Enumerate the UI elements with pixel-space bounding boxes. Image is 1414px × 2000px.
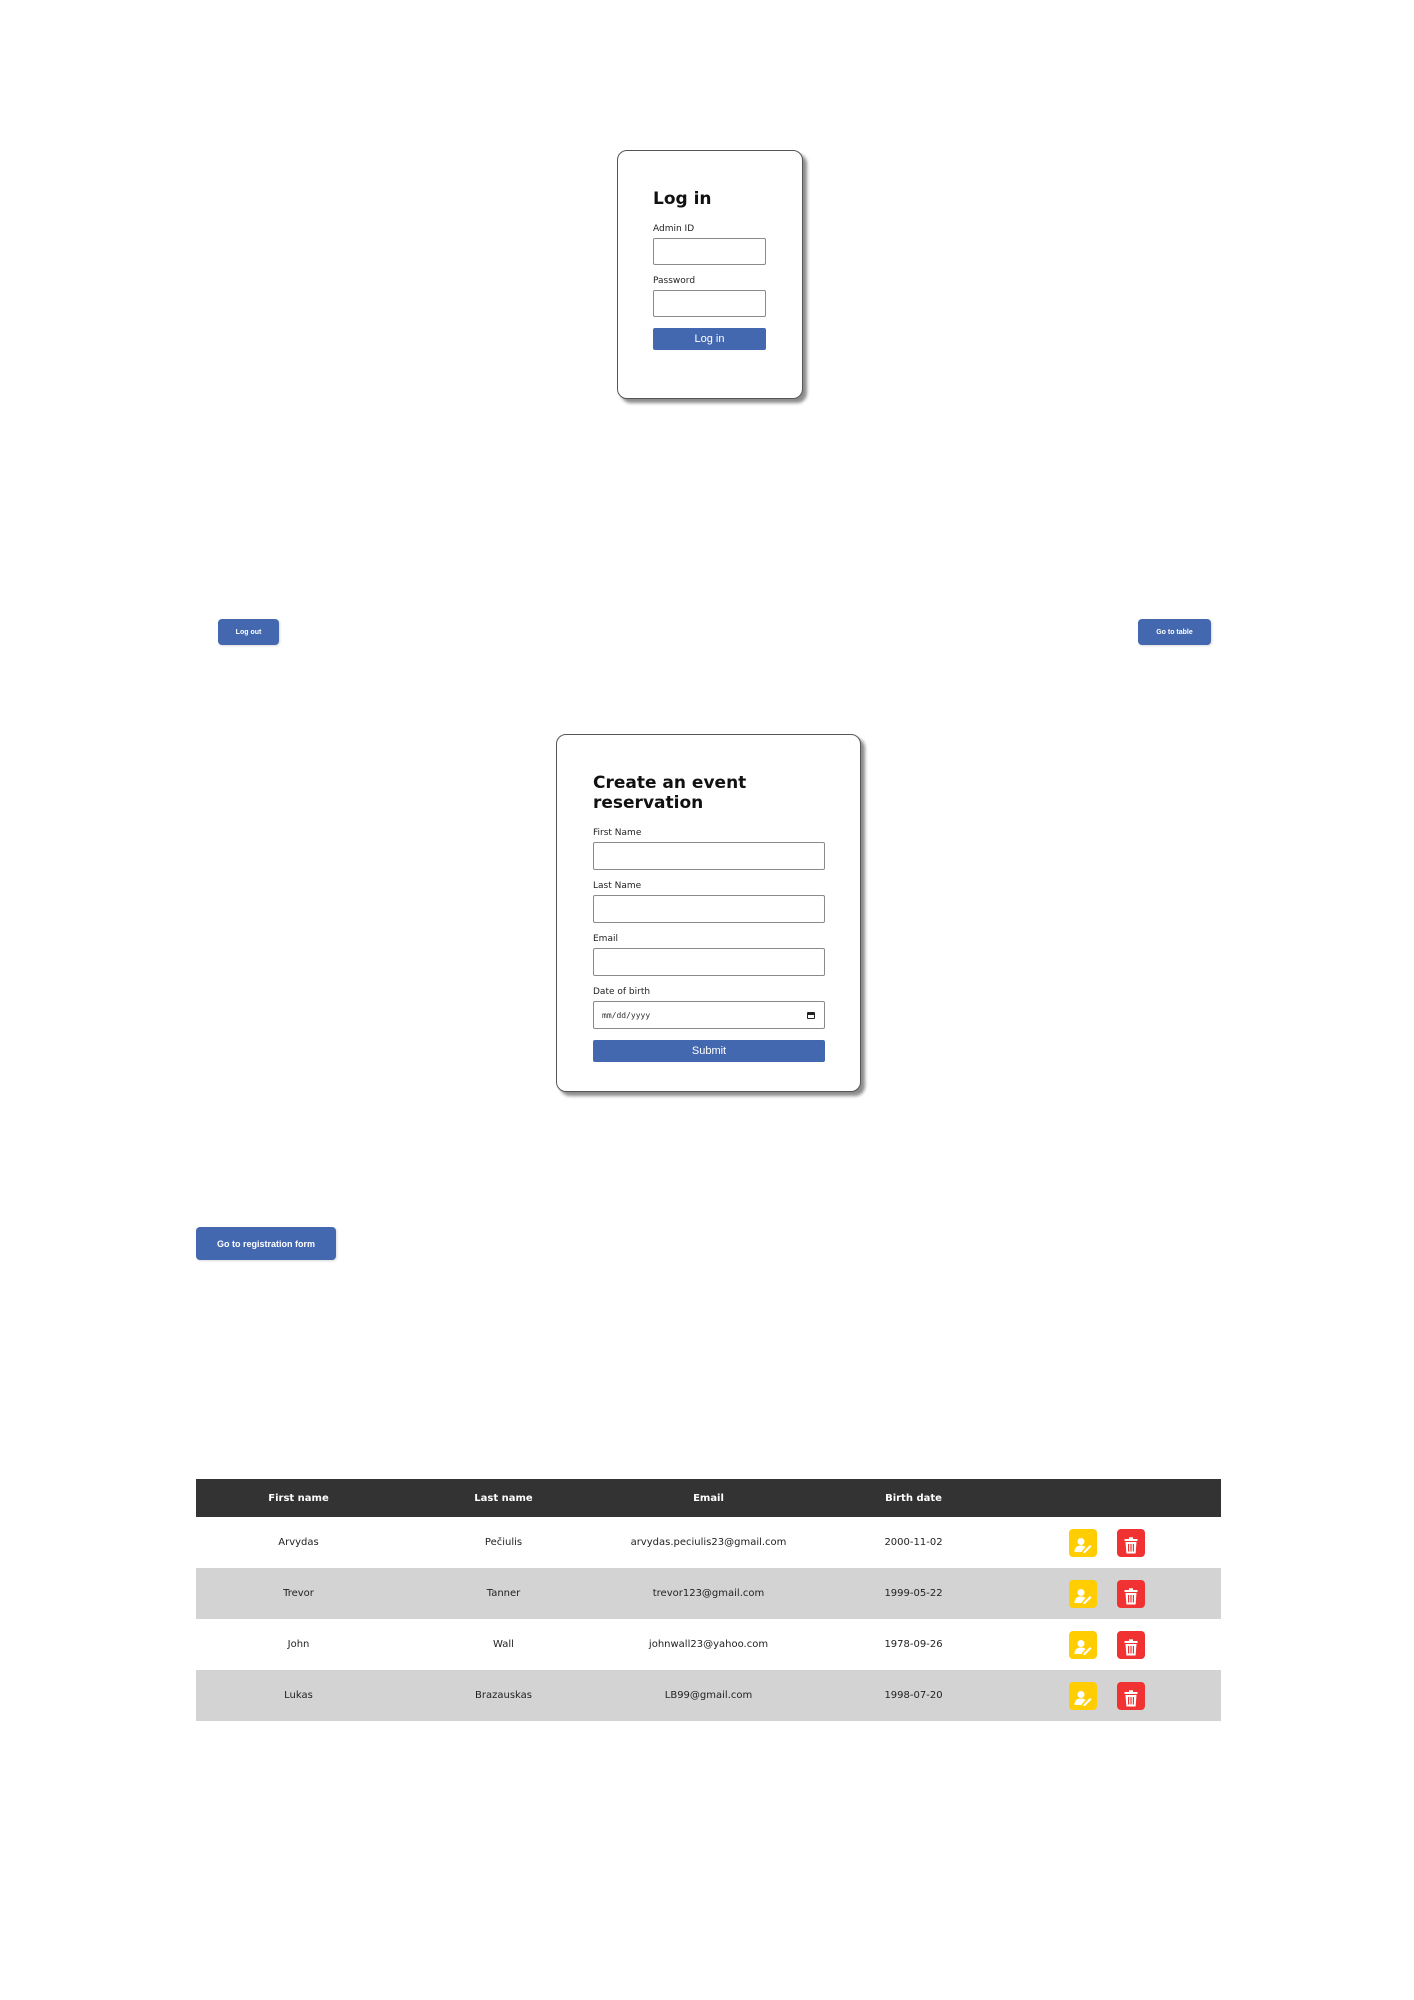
date-of-birth-input[interactable]: mm/dd/yyyy <box>593 1001 825 1029</box>
cell-email: trevor123@gmail.com <box>606 1568 811 1619</box>
table-row: Lukas Brazauskas LB99@gmail.com 1998-07-20 <box>196 1670 1221 1721</box>
cell-first-name: Lukas <box>196 1670 401 1721</box>
reservation-form-card: Create an event reservation First Name L… <box>556 734 861 1092</box>
cell-actions <box>1016 1670 1221 1721</box>
cell-birth-date: 2000-11-02 <box>884 1537 943 1548</box>
cell-email: arvydas.peciulis23@gmail.com <box>630 1537 787 1548</box>
cell-birth-date: 1978-09-26 <box>884 1639 943 1650</box>
admin-id-input[interactable] <box>653 238 766 265</box>
cell-last-name: Pečiulis <box>484 1537 523 1548</box>
first-name-label: First Name <box>593 828 642 838</box>
calendar-icon[interactable] <box>807 1012 815 1019</box>
cell-first-name: Arvydas <box>278 1537 319 1548</box>
cell-first-name: Trevor <box>196 1568 401 1619</box>
edit-button[interactable] <box>1069 1579 1097 1608</box>
cell-actions <box>1016 1568 1221 1619</box>
header-birth-date: Birth date <box>811 1479 1016 1517</box>
email-label: Email <box>593 934 618 944</box>
cell-last-name: Wall <box>493 1639 514 1650</box>
delete-button[interactable] <box>1117 1528 1145 1557</box>
delete-button[interactable] <box>1117 1630 1145 1659</box>
header-email: Email <box>606 1479 811 1517</box>
reservation-form-title: Create an event reservation <box>593 773 747 813</box>
admin-id-label: Admin ID <box>653 224 695 234</box>
cell-actions <box>1016 1517 1221 1568</box>
edit-button[interactable] <box>1069 1681 1097 1710</box>
reservations-table: First name Last name Email Birth date Ar… <box>196 1479 1221 1721</box>
user-edit-icon <box>1069 1690 1097 1706</box>
last-name-input[interactable] <box>593 895 825 923</box>
password-label: Password <box>653 276 696 286</box>
go-to-registration-button[interactable]: Go to registration form <box>196 1227 336 1260</box>
trash-icon <box>1117 1638 1145 1656</box>
trash-icon <box>1117 1689 1145 1707</box>
first-name-input[interactable] <box>593 842 825 870</box>
go-to-table-button[interactable]: Go to table <box>1138 619 1211 645</box>
cell-email: johnwall23@yahoo.com <box>648 1639 769 1650</box>
cell-first-name: John <box>287 1639 310 1650</box>
last-name-label: Last Name <box>593 881 642 891</box>
delete-button[interactable] <box>1117 1681 1145 1710</box>
page: Log in Admin ID Password Log in Log out … <box>0 0 1414 2000</box>
email-input[interactable] <box>593 948 825 976</box>
date-placeholder: mm/dd/yyyy <box>602 1011 651 1020</box>
table-row: John Wall johnwall23@yahoo.com 1978-09-26 <box>196 1619 1221 1670</box>
submit-button[interactable]: Submit <box>593 1040 825 1062</box>
login-button[interactable]: Log in <box>653 328 766 350</box>
delete-button[interactable] <box>1117 1579 1145 1608</box>
logout-button[interactable]: Log out <box>218 619 279 645</box>
cell-birth-date: 1999-05-22 <box>811 1568 1016 1619</box>
table-row: Trevor Tanner trevor123@gmail.com 1999-05-2… <box>196 1568 1221 1619</box>
table-row: Arvydas Pečiulis arvydas.peciulis23@gmail.… <box>196 1517 1221 1568</box>
date-of-birth-label: Date of birth <box>593 987 651 997</box>
edit-button[interactable] <box>1069 1528 1097 1557</box>
login-title: Log in <box>653 189 712 209</box>
trash-icon <box>1117 1587 1145 1605</box>
header-actions <box>1016 1479 1221 1517</box>
user-edit-icon <box>1069 1639 1097 1655</box>
user-edit-icon <box>1069 1588 1097 1604</box>
table-header-row: First name Last name Email Birth date <box>196 1479 1221 1517</box>
edit-button[interactable] <box>1069 1630 1097 1659</box>
login-card: Log in Admin ID Password Log in <box>617 150 803 399</box>
header-last-name: Last name <box>401 1479 606 1517</box>
password-input[interactable] <box>653 290 766 317</box>
cell-birth-date: 1998-07-20 <box>811 1670 1016 1721</box>
header-first-name: First name <box>196 1479 401 1517</box>
cell-last-name: Brazauskas <box>401 1670 606 1721</box>
cell-last-name: Tanner <box>401 1568 606 1619</box>
cell-actions <box>1016 1619 1221 1670</box>
table-body: Arvydas Pečiulis arvydas.peciulis23@gmail.… <box>196 1517 1221 1721</box>
cell-email: LB99@gmail.com <box>606 1670 811 1721</box>
trash-icon <box>1117 1536 1145 1554</box>
user-edit-icon <box>1069 1537 1097 1553</box>
